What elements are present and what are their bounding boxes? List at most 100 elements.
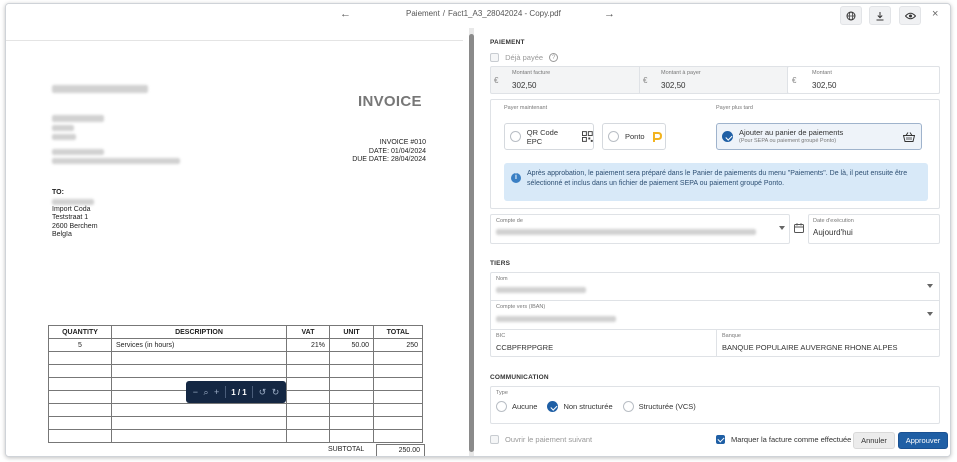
redacted-recipient-name: [52, 198, 94, 205]
redacted-text: [52, 149, 104, 155]
table-cell: [111, 429, 287, 443]
breadcrumb: Paiement / Fact1_A3_28042024 - Copy.pdf: [406, 9, 561, 18]
breadcrumb-section[interactable]: Paiement: [406, 9, 440, 18]
table-cell: [286, 377, 330, 391]
option-ponto[interactable]: Ponto: [602, 123, 666, 150]
next-document-arrow-icon[interactable]: →: [604, 8, 615, 20]
close-icon[interactable]: ×: [932, 8, 938, 20]
bank-value[interactable]: BANQUE POPULAIRE AUVERGNE RHONE ALPES: [722, 343, 897, 352]
option-payment-basket[interactable]: Ajouter au panier de paiements (Pour SEP…: [716, 123, 922, 150]
table-cell: [48, 390, 112, 404]
language-button[interactable]: [840, 6, 862, 25]
type-unstructured-label: Non structurée: [563, 402, 613, 411]
already-paid-label: Déjà payée: [505, 52, 544, 62]
table-cell: [111, 364, 287, 378]
invoice-amount-value: 302,50: [512, 81, 537, 90]
help-icon[interactable]: ?: [549, 52, 559, 62]
redacted-account: [496, 229, 756, 235]
table-cell: [329, 403, 374, 417]
table-cell: [48, 351, 112, 365]
currency-symbol: €: [643, 76, 648, 85]
rotate-right-icon[interactable]: ↻: [272, 387, 280, 398]
toolbar-divider: [224, 386, 226, 398]
table-row: [48, 351, 423, 365]
pay-now-label: Payer maintenant: [504, 105, 548, 111]
amount-input-value[interactable]: 302,50: [812, 81, 836, 90]
table-cell: 250: [373, 338, 423, 352]
payment-form-panel: PAIEMENT Déjà payée ? € Montant facture …: [476, 28, 950, 456]
already-paid-row: Déjà payée ?: [490, 52, 559, 62]
table-cell: [111, 416, 287, 430]
toolbar-divider: [252, 386, 254, 398]
table-cell: 5: [48, 338, 112, 352]
rotate-left-icon[interactable]: ↺: [259, 387, 267, 398]
basket-icon: [903, 132, 915, 142]
table-cell: [329, 364, 374, 378]
amount-to-pay-value: 302,50: [661, 81, 686, 90]
chevron-down-icon[interactable]: [779, 226, 785, 230]
table-cell: [329, 416, 374, 430]
redacted-text: [52, 125, 74, 131]
zoom-in-icon[interactable]: +: [214, 387, 219, 397]
ponto-logo-icon: [652, 131, 662, 142]
previous-document-arrow-icon[interactable]: ←: [340, 8, 351, 20]
table-cell: [373, 364, 423, 378]
qr-radio[interactable]: [510, 131, 521, 142]
redacted-iban: [496, 316, 616, 322]
ponto-radio[interactable]: [608, 131, 619, 142]
to-label: TO:: [52, 189, 64, 196]
type-none-radio[interactable]: [496, 401, 507, 412]
table-cell: [373, 377, 423, 391]
mark-done-checkbox[interactable]: [716, 435, 725, 444]
type-unstructured-radio[interactable]: [547, 401, 559, 412]
subtotal-value: 250.00: [376, 444, 425, 456]
cancel-button[interactable]: Annuler: [853, 432, 895, 449]
table-row: [48, 429, 423, 443]
open-next-checkbox[interactable]: [490, 435, 499, 444]
already-paid-checkbox[interactable]: [490, 52, 499, 62]
invoice-title: INVOICE: [358, 93, 422, 110]
breadcrumb-filename: Fact1_A3_28042024 - Copy.pdf: [448, 9, 561, 18]
globe-icon: [846, 11, 856, 20]
type-structured-label: Structurée (VCS): [638, 402, 696, 411]
table-cell: [48, 377, 112, 391]
option-qr-code-epc[interactable]: QR Code EPC: [504, 123, 594, 150]
approve-button[interactable]: Approuver: [898, 432, 948, 449]
magnifier-icon[interactable]: ⌕: [203, 387, 208, 398]
column-header: VAT: [286, 325, 330, 339]
basket-radio[interactable]: [722, 131, 733, 142]
open-next-row: Ouvrir le paiement suivant: [490, 435, 592, 444]
chevron-down-icon[interactable]: [927, 284, 933, 288]
pdf-viewer[interactable]: INVOICE INVOICE #010 DATE: 01/04/2024 DU…: [6, 28, 469, 456]
pdf-toolbar: − ⌕ + 1 / 1 ↺ ↻: [186, 381, 286, 403]
download-button[interactable]: [869, 6, 891, 25]
mark-done-label: Marquer la facture comme effectuée: [731, 435, 852, 444]
bic-value[interactable]: CCBPFRPPGRE: [496, 343, 553, 352]
type-structured-radio[interactable]: [622, 401, 634, 412]
table-cell: [286, 403, 330, 417]
ponto-option-label: Ponto: [625, 132, 645, 141]
communication-section-title: COMMUNICATION: [490, 374, 549, 381]
amount-editable-field[interactable]: [787, 66, 940, 94]
zoom-out-icon[interactable]: −: [193, 387, 198, 397]
table-header-row: QUANTITY DESCRIPTION VAT UNIT TOTAL: [48, 325, 423, 339]
table-cell: [48, 364, 112, 378]
preview-toggle-button[interactable]: [899, 6, 921, 25]
chevron-down-icon[interactable]: [927, 312, 933, 316]
account-from-label: Compte de: [496, 218, 523, 224]
table-cell: [48, 416, 112, 430]
iban-label: Compte vers (IBAN): [496, 304, 546, 310]
table-row: [48, 416, 423, 430]
table-row: [48, 364, 423, 378]
viewer-scrollbar-thumb[interactable]: [469, 34, 474, 452]
calendar-icon[interactable]: [794, 223, 804, 233]
column-header: TOTAL: [373, 325, 423, 339]
basket-option-title: Ajouter au panier de paiements: [739, 127, 844, 137]
table-cell: Services (in hours): [111, 338, 287, 352]
name-label: Nom: [496, 276, 508, 282]
table-cell: [329, 390, 374, 404]
table-row: 5 Services (in hours) 21% 50.00 250: [48, 338, 423, 352]
recipient-block: TO: Import Coda Teststraat 1 2600 Berche…: [52, 189, 98, 240]
download-icon: [876, 11, 884, 20]
table-cell: [286, 416, 330, 430]
